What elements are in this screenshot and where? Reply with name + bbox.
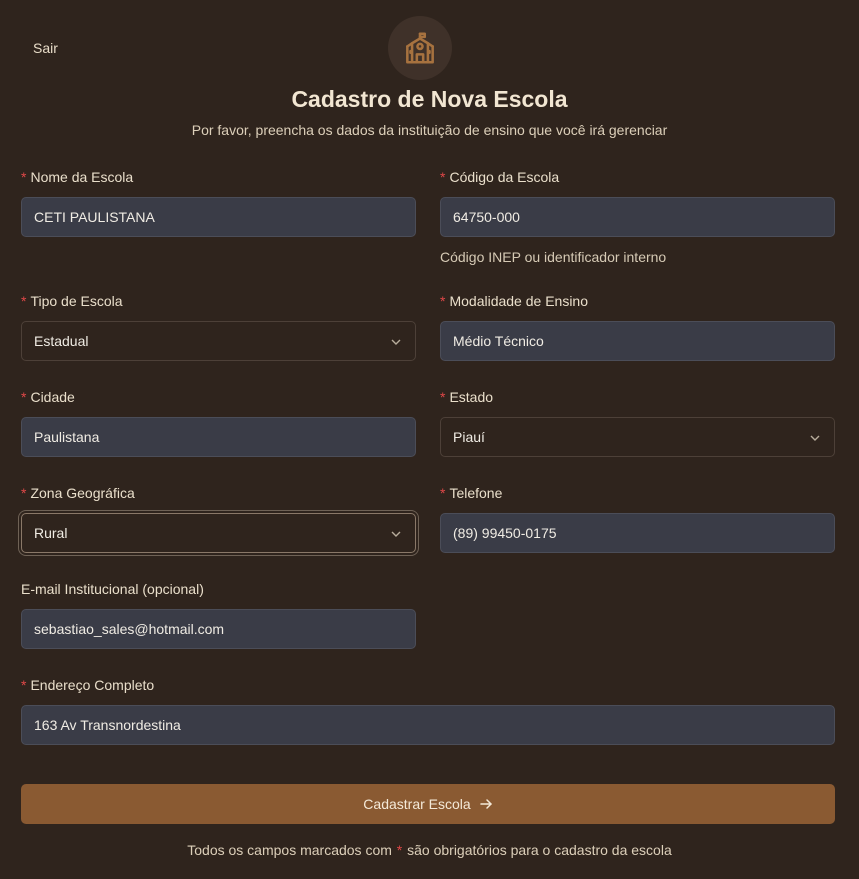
estado-value: Piauí	[453, 429, 485, 445]
chevron-down-icon	[391, 531, 401, 537]
zona-select[interactable]: Rural	[21, 513, 416, 553]
modalidade-field: * Modalidade de Ensino Médio Técnico	[440, 291, 835, 361]
estado-label: * Estado	[440, 389, 494, 405]
tipo-escola-value: Estadual	[34, 333, 89, 349]
required-marker: *	[440, 169, 446, 185]
cadastrar-escola-button[interactable]: Cadastrar Escola	[21, 784, 835, 824]
estado-field: * Estado Piauí	[440, 387, 835, 457]
telefone-label: * Telefone	[440, 485, 503, 501]
school-logo	[388, 16, 452, 80]
modalidade-label: * Modalidade de Ensino	[440, 293, 588, 309]
page-subtitle: Por favor, preencha os dados da institui…	[191, 122, 668, 138]
estado-select[interactable]: Piauí	[440, 417, 835, 457]
arrow-right-icon	[479, 799, 492, 809]
telefone-field: * Telefone (89) 99450-0175	[440, 483, 835, 553]
tipo-escola-select[interactable]: Estadual	[21, 321, 416, 361]
zona-value: Rural	[34, 525, 68, 541]
nome-escola-field: * Nome da Escola CETI PAULISTANA	[21, 167, 416, 237]
required-marker: *	[396, 842, 403, 858]
required-marker: *	[21, 389, 27, 405]
zona-field: * Zona Geográfica Rural	[21, 483, 416, 553]
cadastrar-escola-label: Cadastrar Escola	[363, 796, 471, 812]
zona-label: * Zona Geográfica	[21, 485, 135, 501]
chevron-down-icon	[810, 435, 820, 441]
cidade-label: * Cidade	[21, 389, 75, 405]
required-marker: *	[440, 293, 446, 309]
codigo-escola-input[interactable]: 64750-000	[440, 197, 835, 237]
codigo-escola-field: * Código da Escola 64750-000 Código INEP …	[440, 167, 835, 265]
tipo-escola-field: * Tipo de Escola Estadual	[21, 291, 416, 361]
tipo-escola-label: * Tipo de Escola	[21, 293, 123, 309]
chevron-down-icon	[391, 339, 401, 345]
logout-link[interactable]: Sair	[33, 40, 58, 56]
required-marker: *	[21, 677, 27, 693]
required-marker: *	[21, 485, 27, 501]
nome-escola-label: * Nome da Escola	[21, 169, 134, 185]
codigo-escola-label: * Código da Escola	[440, 169, 560, 185]
telefone-input[interactable]: (89) 99450-0175	[440, 513, 835, 553]
required-marker: *	[440, 485, 446, 501]
endereco-input[interactable]: 163 Av Transnordestina	[21, 705, 835, 745]
school-icon	[406, 32, 434, 64]
endereco-label: * Endereço Completo	[21, 677, 155, 693]
required-marker: *	[21, 293, 27, 309]
endereco-field: * Endereço Completo 163 Av Transnordestin…	[21, 675, 835, 745]
email-input[interactable]: sebastiao_sales@hotmail.com	[21, 609, 416, 649]
cidade-input[interactable]: Paulistana	[21, 417, 416, 457]
codigo-escola-hint: Código INEP ou identificador interno	[440, 249, 667, 265]
modalidade-input[interactable]: Médio Técnico	[440, 321, 835, 361]
email-label: E-mail Institucional (opcional)	[21, 581, 204, 597]
page-title: Cadastro de Nova Escola	[291, 86, 568, 112]
required-fields-note: Todos os campos marcados com * são obrig…	[187, 842, 672, 858]
required-marker: *	[440, 389, 446, 405]
email-field: E-mail Institucional (opcional) sebastia…	[21, 579, 416, 649]
cidade-field: * Cidade Paulistana	[21, 387, 416, 457]
required-marker: *	[21, 169, 27, 185]
nome-escola-input[interactable]: CETI PAULISTANA	[21, 197, 416, 237]
